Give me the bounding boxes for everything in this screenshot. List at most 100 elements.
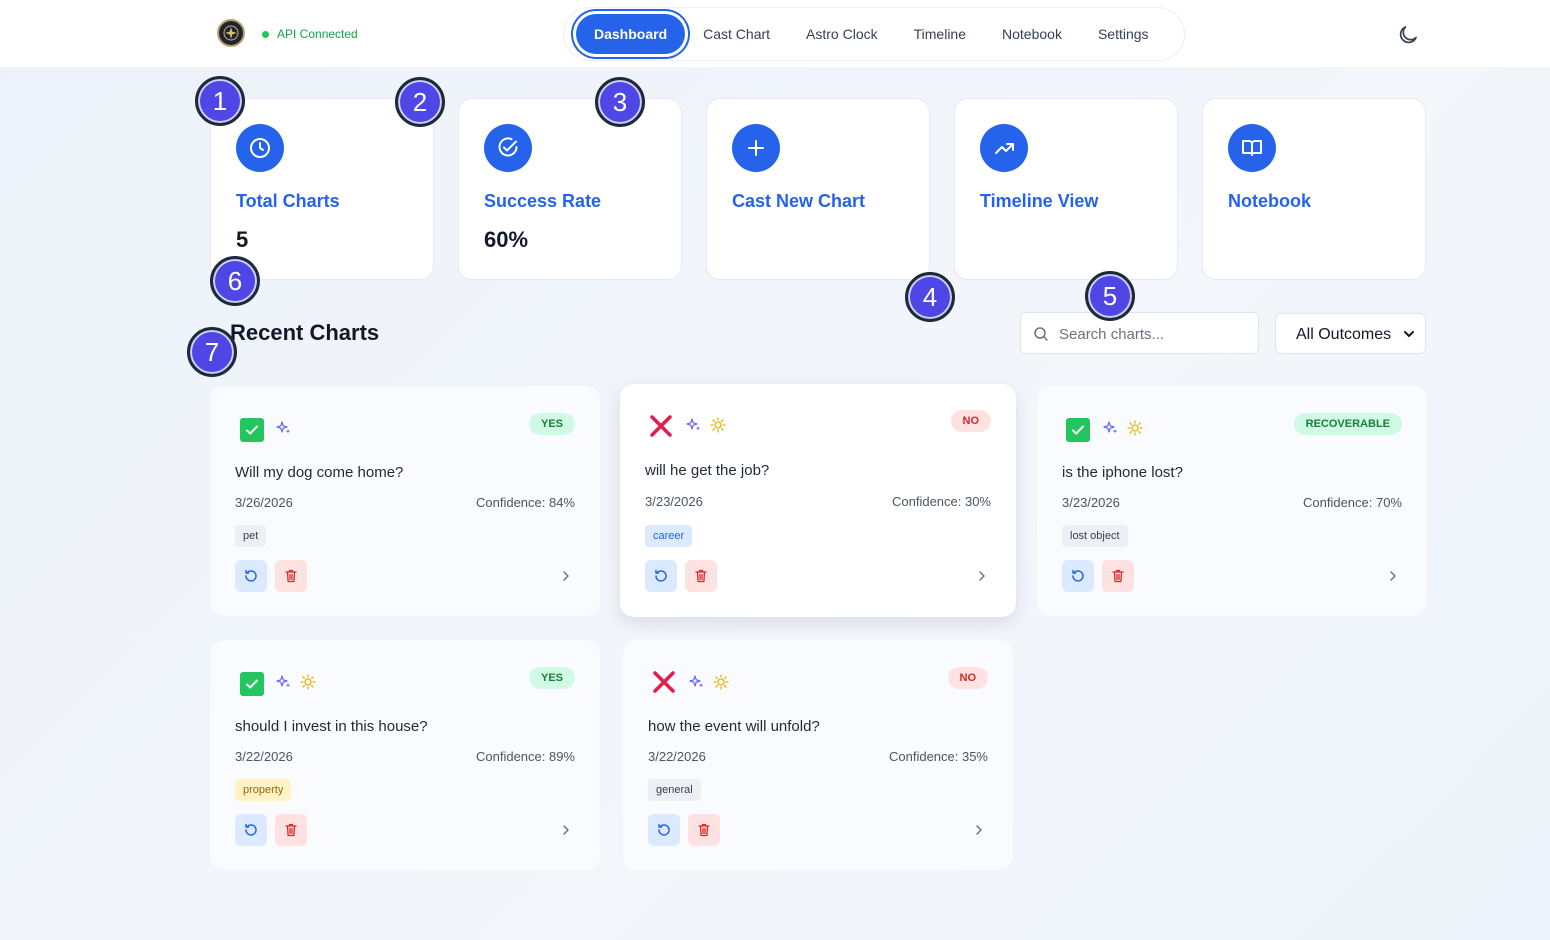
chart-tag: general: [648, 779, 701, 801]
moon-icon: [1399, 26, 1417, 44]
rotate-icon: [1072, 569, 1084, 582]
chart-card[interactable]: NO how the event will unfold? 3/22/2026 …: [623, 640, 1013, 870]
outcome-badge: NO: [947, 667, 988, 689]
stat-card-notebook[interactable]: Notebook: [1202, 98, 1426, 280]
chart-confidence: Confidence: 70%: [1302, 495, 1402, 510]
x-icon: [650, 415, 672, 437]
star-logo-icon: [223, 25, 239, 41]
annotation-marker-6: 6: [210, 256, 260, 306]
outcome-filter-value: All Outcomes: [1296, 326, 1392, 343]
chart-date: 3/23/2026: [645, 494, 703, 509]
api-status-text: API Connected: [277, 27, 358, 41]
chart-tag: lost object: [1062, 525, 1128, 547]
search-input[interactable]: [1059, 321, 1249, 347]
delete-button[interactable]: [275, 560, 307, 592]
recast-button[interactable]: [648, 814, 680, 846]
app-logo[interactable]: [217, 19, 245, 47]
outcome-badge: YES: [528, 667, 575, 689]
chevron-right-icon[interactable]: [1387, 568, 1399, 584]
chart-confidence: Confidence: 30%: [891, 494, 991, 509]
chart-tag: career: [645, 525, 693, 547]
search-box[interactable]: [1020, 312, 1259, 354]
nav-settings[interactable]: Settings: [1080, 14, 1167, 54]
top-bar: API Connected Dashboard Cast Chart Astro…: [0, 0, 1550, 67]
recast-button[interactable]: [645, 560, 677, 592]
main-nav: Dashboard Cast Chart Astro Clock Timelin…: [563, 7, 1185, 61]
recast-button[interactable]: [235, 560, 267, 592]
annotation-marker-5: 5: [1085, 271, 1135, 321]
chart-date: 3/23/2026: [1062, 495, 1120, 510]
recast-button[interactable]: [1062, 560, 1094, 592]
check-circle-icon: [484, 124, 532, 172]
nav-notebook[interactable]: Notebook: [984, 14, 1080, 54]
outcome-badge: YES: [528, 413, 575, 435]
api-status: API Connected: [262, 27, 358, 41]
annotation-marker-1: 1: [195, 76, 245, 126]
delete-button[interactable]: [275, 814, 307, 846]
stat-card-success-rate[interactable]: Success Rate 60%: [458, 98, 682, 280]
sun-icon: [1127, 420, 1143, 436]
stat-title: Success Rate: [484, 191, 602, 211]
chart-card[interactable]: NO will he get the job? 3/23/2026 Confid…: [620, 384, 1016, 617]
theme-toggle-button[interactable]: [1396, 23, 1420, 47]
chevron-right-icon[interactable]: [560, 568, 572, 584]
search-icon: [1034, 327, 1048, 341]
stat-value: 60%: [484, 227, 529, 252]
trash-icon: [285, 823, 297, 837]
book-icon: [1228, 124, 1276, 172]
sun-icon: [710, 417, 726, 433]
sun-icon: [713, 674, 729, 690]
chart-card[interactable]: YES Will my dog come home? 3/26/2026 Con…: [210, 386, 600, 616]
stat-value: 5: [236, 227, 249, 252]
chevron-right-icon[interactable]: [976, 568, 988, 584]
sparkles-icon: [1103, 421, 1118, 434]
stat-title: Total Charts: [236, 191, 340, 211]
outcome-filter-select[interactable]: All Outcomes: [1275, 313, 1426, 354]
outcome-badge: RECOVERABLE: [1293, 413, 1402, 435]
status-dot-icon: [262, 30, 269, 38]
nav-cast-chart[interactable]: Cast Chart: [685, 14, 788, 54]
chart-tag: property: [235, 779, 292, 801]
delete-button[interactable]: [688, 814, 720, 846]
chart-question: will he get the job?: [645, 462, 770, 479]
stat-card-timeline-view[interactable]: Timeline View: [954, 98, 1178, 280]
chart-confidence: Confidence: 35%: [888, 749, 988, 764]
delete-button[interactable]: [1102, 560, 1134, 592]
trash-icon: [285, 569, 297, 583]
chevron-right-icon[interactable]: [560, 822, 572, 838]
annotation-marker-4: 4: [905, 272, 955, 322]
recast-button[interactable]: [235, 814, 267, 846]
delete-button[interactable]: [685, 560, 717, 592]
chart-tag: pet: [235, 525, 267, 547]
check-icon: [240, 418, 264, 442]
chart-confidence: Confidence: 84%: [475, 495, 575, 510]
plus-icon: [732, 124, 780, 172]
rotate-icon: [658, 823, 670, 836]
stat-card-cast-new-chart[interactable]: Cast New Chart: [706, 98, 930, 280]
rotate-icon: [245, 569, 257, 582]
sparkles-icon: [276, 675, 291, 688]
chart-date: 3/22/2026: [235, 749, 293, 764]
sun-icon: [300, 674, 316, 690]
trash-icon: [698, 823, 710, 837]
section-title-recent-charts: Recent Charts: [230, 320, 380, 345]
rotate-icon: [655, 569, 667, 582]
annotation-marker-2: 2: [395, 77, 445, 127]
chart-question: how the event will unfold?: [648, 718, 820, 735]
chart-question: Will my dog come home?: [235, 464, 404, 481]
stat-card-total-charts[interactable]: Total Charts 5: [210, 98, 434, 280]
nav-dashboard[interactable]: Dashboard: [576, 14, 686, 54]
trash-icon: [1112, 569, 1124, 583]
nav-timeline[interactable]: Timeline: [896, 14, 984, 54]
sparkles-icon: [686, 418, 701, 431]
stat-title: Notebook: [1228, 191, 1311, 211]
stat-title: Cast New Chart: [732, 191, 866, 211]
nav-astro-clock[interactable]: Astro Clock: [788, 14, 896, 54]
x-icon: [653, 671, 675, 693]
stat-title: Timeline View: [980, 191, 1099, 211]
check-icon: [240, 672, 264, 696]
chart-card[interactable]: RECOVERABLE is the iphone lost? 3/23/202…: [1037, 386, 1427, 616]
chevron-right-icon[interactable]: [973, 822, 985, 838]
chart-card[interactable]: YES should I invest in this house? 3/22/…: [210, 640, 600, 870]
chart-date: 3/22/2026: [648, 749, 706, 764]
